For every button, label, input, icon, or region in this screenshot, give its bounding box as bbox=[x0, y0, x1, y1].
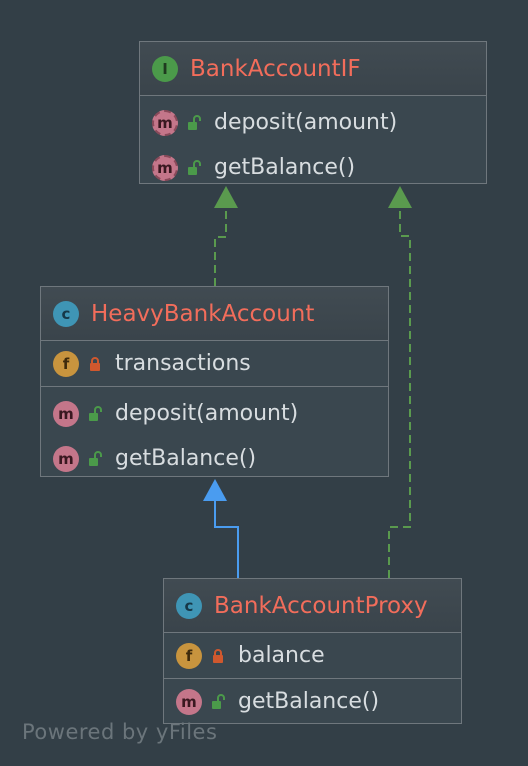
edge-heavy-implements-interface bbox=[214, 208, 227, 286]
method-label: getBalance() bbox=[214, 155, 356, 180]
node-title: BankAccountProxy bbox=[214, 592, 428, 619]
abstract-method-badge-icon: m bbox=[152, 109, 178, 136]
methods-section: m deposit(amount) m getBalance() bbox=[140, 96, 486, 194]
class-badge-icon: c bbox=[176, 592, 202, 619]
method-label: deposit(amount) bbox=[115, 401, 299, 426]
method-row[interactable]: m getBalance() bbox=[41, 436, 388, 481]
method-label: deposit(amount) bbox=[214, 110, 398, 135]
field-label: transactions bbox=[115, 351, 251, 376]
public-unlock-icon bbox=[89, 405, 102, 421]
method-badge-icon: m bbox=[176, 688, 202, 715]
method-badge-icon: m bbox=[53, 400, 79, 427]
public-unlock-icon bbox=[188, 114, 201, 130]
private-lock-icon bbox=[213, 648, 223, 663]
fields-section: f balance bbox=[164, 633, 461, 679]
public-unlock-icon bbox=[212, 693, 225, 709]
node-title: HeavyBankAccount bbox=[91, 300, 315, 327]
fields-section: f transactions bbox=[41, 341, 388, 387]
watermark: Powered by yFiles bbox=[22, 720, 218, 744]
node-bankaccountproxy[interactable]: c BankAccountProxy f balance m getBalanc… bbox=[163, 578, 462, 724]
public-unlock-icon bbox=[188, 159, 201, 175]
method-label: getBalance() bbox=[115, 446, 257, 471]
field-badge-icon: f bbox=[53, 350, 79, 377]
public-unlock-icon bbox=[89, 450, 102, 466]
node-header: c BankAccountProxy bbox=[164, 579, 461, 633]
method-row[interactable]: m deposit(amount) bbox=[140, 100, 486, 145]
node-heavybankaccount[interactable]: c HeavyBankAccount f transactions m depo… bbox=[40, 286, 389, 477]
methods-section: m getBalance() bbox=[164, 679, 461, 724]
method-row[interactable]: m deposit(amount) bbox=[41, 391, 388, 436]
field-row[interactable]: f transactions bbox=[41, 341, 388, 386]
field-badge-icon: f bbox=[176, 642, 202, 669]
node-bankaccountif[interactable]: I BankAccountIF m deposit(amount) m getB… bbox=[139, 41, 487, 184]
abstract-method-badge-icon: m bbox=[152, 154, 178, 181]
methods-section: m deposit(amount) m getBalance() bbox=[41, 387, 388, 485]
method-row[interactable]: m getBalance() bbox=[164, 679, 461, 724]
method-badge-icon: m bbox=[53, 445, 79, 472]
private-lock-icon bbox=[90, 356, 100, 371]
class-badge-icon: c bbox=[53, 300, 79, 327]
edge-proxy-implements-interface bbox=[388, 208, 411, 578]
edge-proxy-extends-heavy bbox=[214, 500, 239, 578]
interface-badge-icon: I bbox=[152, 55, 178, 82]
node-title: BankAccountIF bbox=[190, 55, 361, 82]
node-header: I BankAccountIF bbox=[140, 42, 486, 96]
field-label: balance bbox=[238, 643, 325, 668]
node-header: c HeavyBankAccount bbox=[41, 287, 388, 341]
field-row[interactable]: f balance bbox=[164, 633, 461, 678]
method-label: getBalance() bbox=[238, 689, 380, 714]
method-row[interactable]: m getBalance() bbox=[140, 145, 486, 190]
